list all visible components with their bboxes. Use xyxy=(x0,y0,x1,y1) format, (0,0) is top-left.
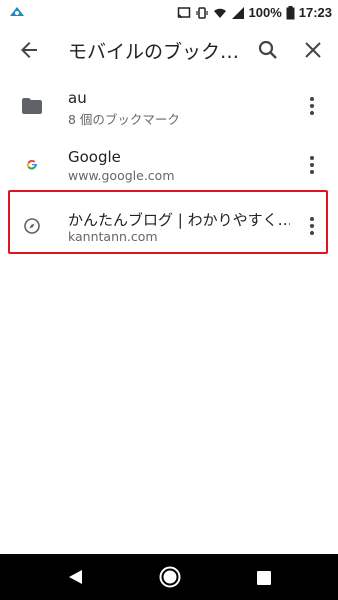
navigation-bar xyxy=(0,554,338,600)
vibrate-icon xyxy=(195,5,209,19)
bookmark-folder-row[interactable]: au 8 個のブックマーク xyxy=(0,76,338,135)
signal-icon xyxy=(231,5,245,19)
bookmark-url: kanntann.com xyxy=(68,229,158,244)
bookmark-url: www.google.com xyxy=(68,168,175,183)
cast-icon xyxy=(177,5,191,19)
toolbar: モバイルのブック… xyxy=(0,24,338,76)
more-vert-icon[interactable] xyxy=(300,214,324,238)
more-vert-icon[interactable] xyxy=(300,153,324,177)
bookmark-row[interactable]: かんたんブログ | わかりやすく… kanntann.com xyxy=(0,196,338,256)
bookmark-title: かんたんブログ | わかりやすく… xyxy=(68,211,290,229)
wifi-icon xyxy=(213,5,227,19)
bookmark-row[interactable]: Google www.google.com xyxy=(0,135,338,195)
clock: 17:23 xyxy=(298,4,332,20)
battery-icon xyxy=(286,5,295,20)
arrow-back-icon[interactable] xyxy=(17,38,41,62)
google-favicon-icon xyxy=(20,153,44,177)
close-icon[interactable] xyxy=(301,38,325,62)
bookmark-subtitle: 8 個のブックマーク xyxy=(68,112,180,127)
battery-percent: 100% xyxy=(248,4,282,20)
app-notification-icon xyxy=(8,4,26,20)
nav-recents-icon[interactable] xyxy=(257,570,271,585)
more-vert-icon[interactable] xyxy=(300,94,324,118)
search-icon[interactable] xyxy=(256,38,280,62)
status-bar: 100% 17:23 xyxy=(0,0,338,24)
bookmark-title: au xyxy=(68,89,87,107)
nav-home-icon[interactable] xyxy=(159,566,181,588)
status-icons: 100% 17:23 xyxy=(177,0,332,24)
nav-back-icon[interactable] xyxy=(66,568,84,586)
bookmark-title: Google xyxy=(68,148,121,166)
page-title: モバイルのブック… xyxy=(68,41,240,63)
compass-icon xyxy=(20,214,44,238)
folder-icon xyxy=(20,94,44,118)
bookmark-list: au 8 個のブックマーク Google www.google.com かんたん… xyxy=(0,76,338,256)
